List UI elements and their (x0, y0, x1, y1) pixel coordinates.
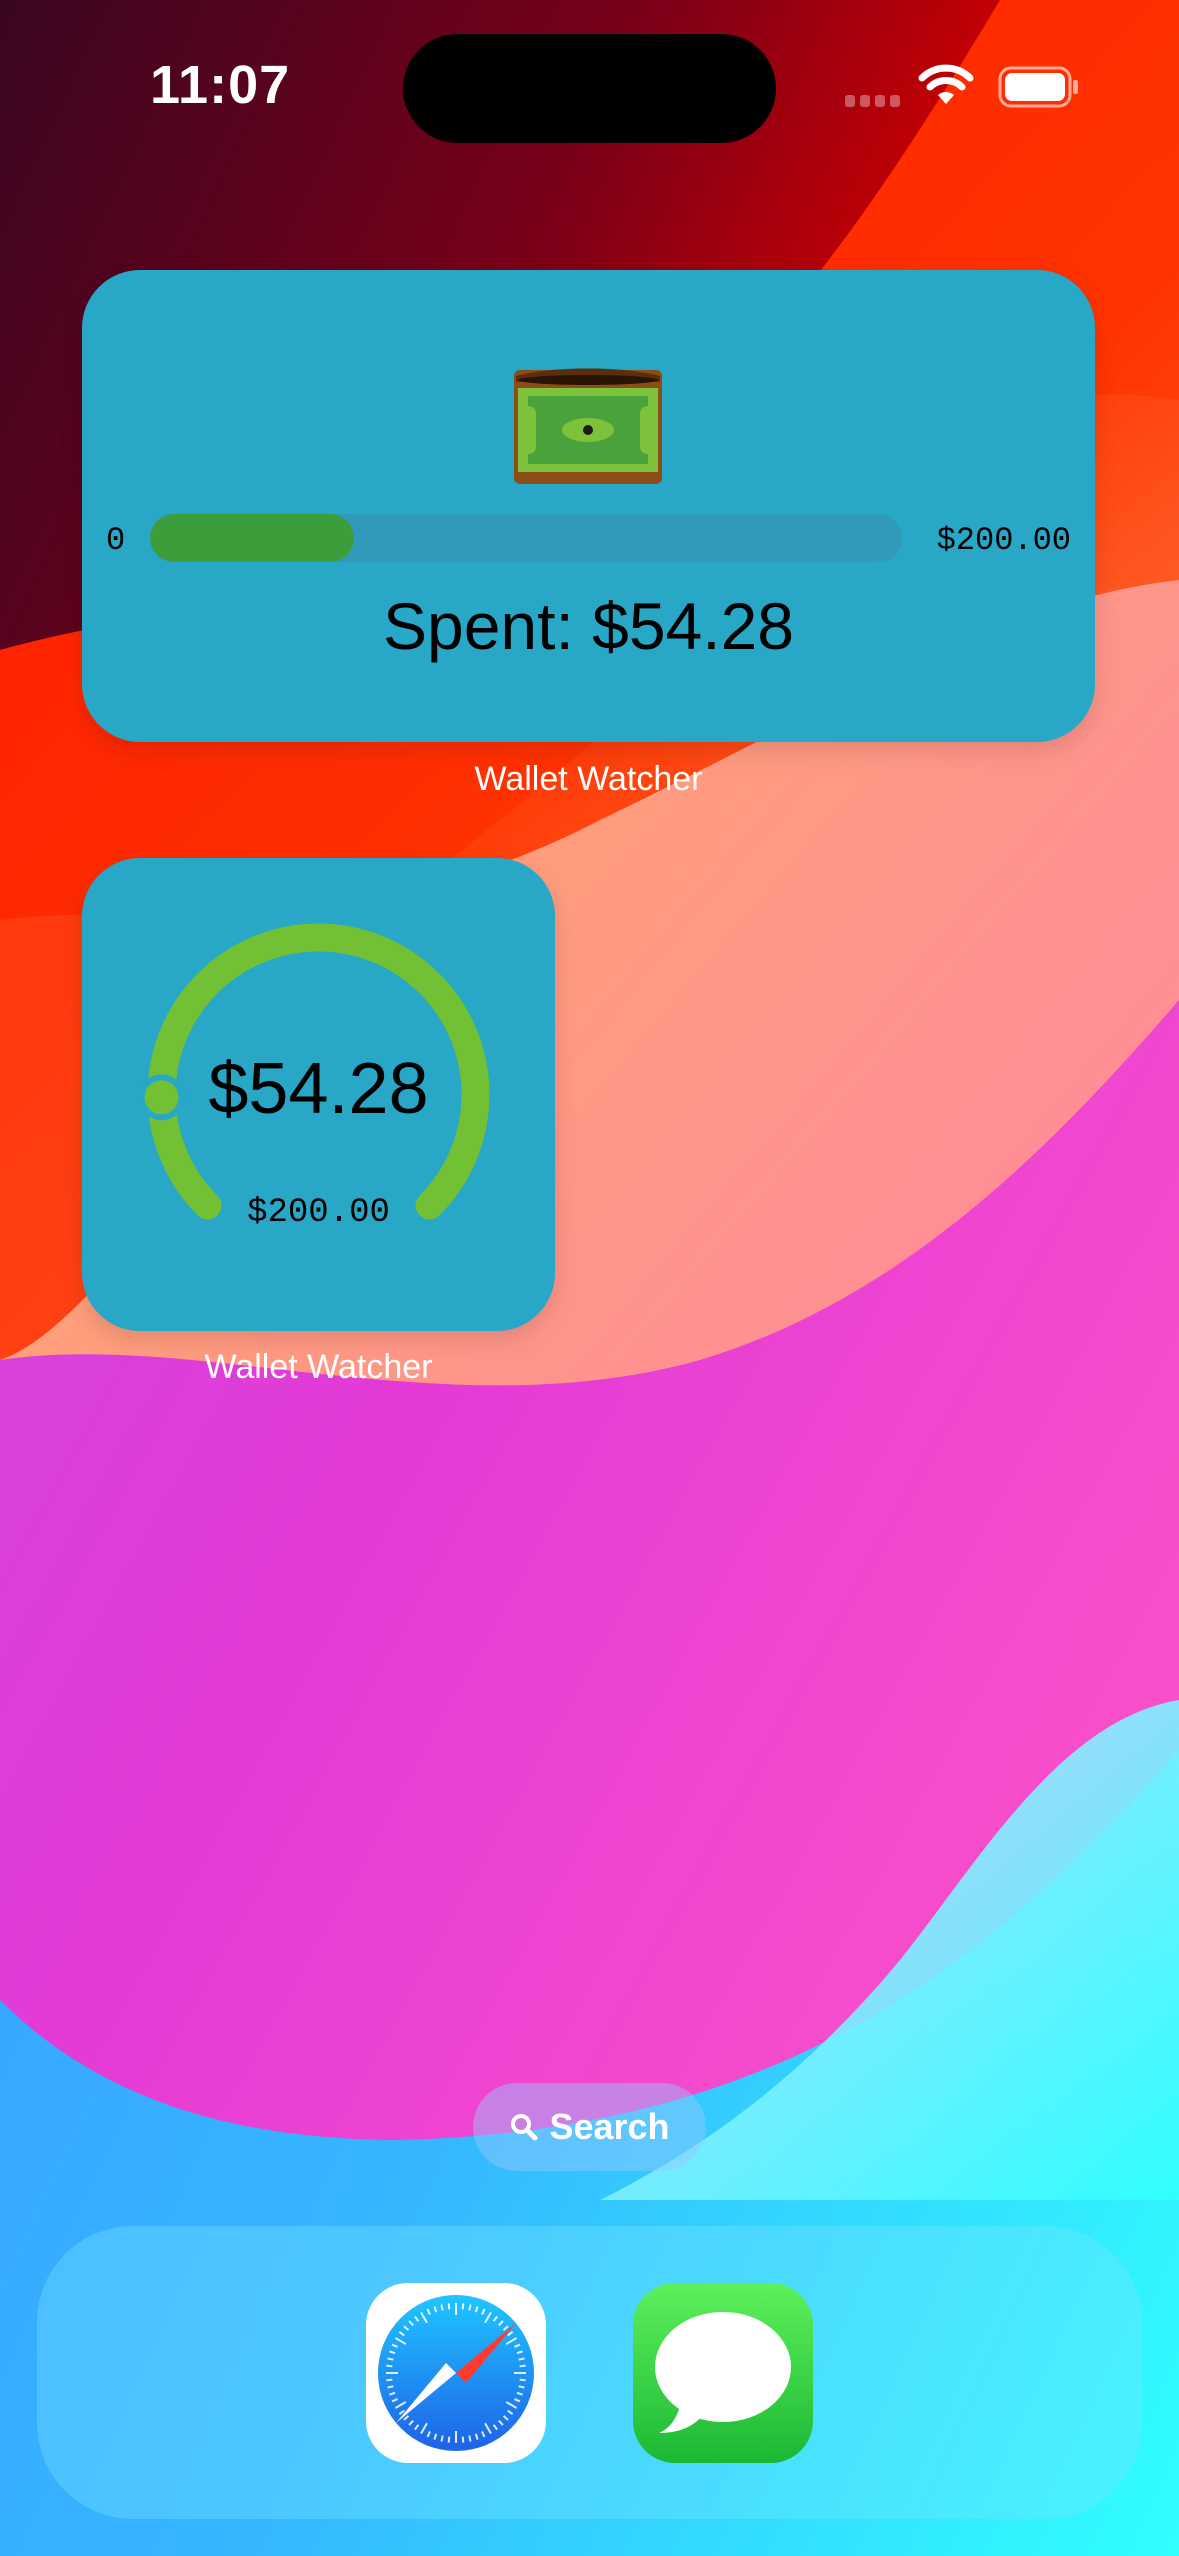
compass-tick (447, 2436, 451, 2443)
compass-tick (518, 2357, 525, 2361)
compass-tick (387, 2357, 394, 2361)
compass-tick (519, 2364, 526, 2368)
compass-tick (387, 2385, 394, 2389)
widget-caption: Wallet Watcher (204, 1348, 433, 1386)
compass-tick (440, 2435, 444, 2442)
cellular-signal-icon (845, 94, 905, 112)
compass-tick (461, 2436, 465, 2443)
safari-app-icon[interactable] (366, 2283, 546, 2463)
compass-tick (518, 2385, 525, 2389)
compass-tick (461, 2303, 465, 2310)
wifi-icon (918, 64, 974, 104)
compass-tick (440, 2304, 444, 2311)
compass-tick (447, 2303, 451, 2310)
compass-tick (468, 2435, 472, 2442)
wallet-watcher-small-widget[interactable]: $54.28 $200.00 (82, 858, 555, 1331)
dock (37, 2226, 1142, 2519)
gauge-value: $54.28 (208, 1049, 429, 1129)
wallet-cash-icon (514, 368, 662, 484)
messages-app-icon[interactable] (633, 2283, 813, 2463)
progress-max-label: $200.00 (936, 522, 1071, 559)
compass-tick (468, 2304, 472, 2311)
status-time: 11:07 (150, 55, 291, 115)
search-icon (511, 2114, 538, 2141)
home-search-button[interactable]: Search (473, 2083, 706, 2171)
compass-tick (386, 2378, 393, 2382)
search-label: Search (549, 2106, 670, 2147)
spent-amount-text: Spent: $54.28 (382, 589, 795, 663)
gauge-max-label: $200.00 (247, 1194, 390, 1232)
safari-compass-icon (378, 2295, 534, 2451)
progress-min-label: 0 (106, 522, 126, 559)
dynamic-island (403, 34, 776, 143)
widget-caption: Wallet Watcher (474, 760, 703, 798)
compass-tick (519, 2378, 526, 2382)
compass-tick (386, 2364, 393, 2368)
battery-icon (998, 66, 1078, 108)
spending-progress-bar (150, 514, 902, 562)
messages-bubble-icon (655, 2312, 791, 2433)
wallet-watcher-medium-widget[interactable]: 0 $200.00 Spent: $54.28 (82, 270, 1095, 742)
spending-progress-fill (150, 514, 355, 562)
